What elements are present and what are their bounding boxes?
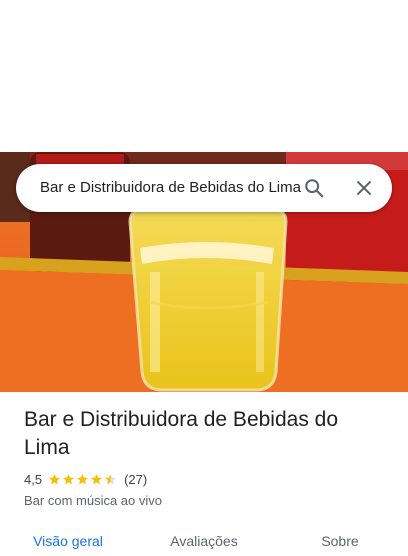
search-icon [305,179,324,198]
star-icon [49,474,60,485]
place-category[interactable]: Bar com música ao vivo [24,493,384,508]
star-icon [105,474,116,485]
star-icon [77,474,88,485]
star-icon [63,474,74,485]
rating-row[interactable]: 4,5 (27) [24,472,384,487]
place-tabs: Visão geral Avaliações Sobre [0,526,408,556]
tab-overview[interactable]: Visão geral [0,526,136,556]
star-rating [48,473,118,486]
tab-reviews[interactable]: Avaliações [136,526,272,556]
review-count[interactable]: (27) [124,472,147,487]
star-icon [91,474,102,485]
search-input[interactable]: Bar e Distribuidora de Bebidas do Lima [40,164,302,212]
rating-value: 4,5 [24,472,43,487]
clear-search-button[interactable] [348,172,380,204]
search-bar[interactable]: Bar e Distribuidora de Bebidas do Lima [16,164,392,212]
search-button[interactable] [298,172,330,204]
tab-about[interactable]: Sobre [272,526,408,556]
place-info-panel: Bar e Distribuidora de Bebidas do Lima 4… [24,406,384,508]
close-icon [357,181,371,195]
place-title: Bar e Distribuidora de Bebidas do Lima [24,408,339,459]
